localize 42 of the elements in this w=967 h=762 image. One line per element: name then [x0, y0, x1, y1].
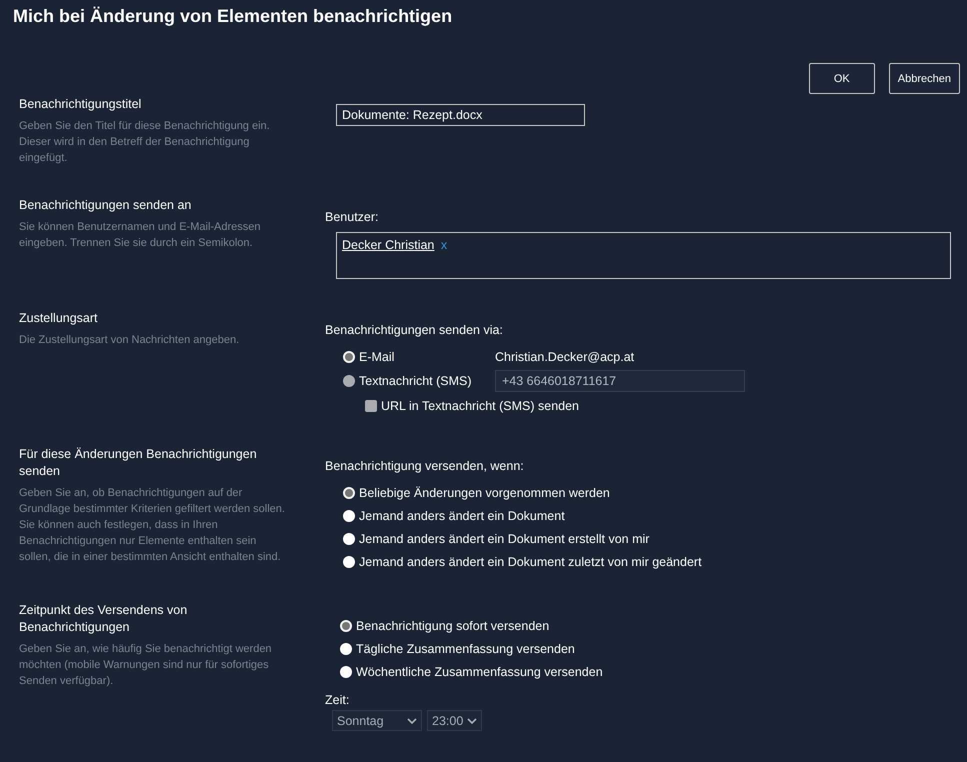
- radio-button[interactable]: [343, 486, 355, 498]
- radio-button[interactable]: [343, 350, 355, 362]
- radio-button[interactable]: [340, 642, 352, 654]
- section-description: Sie können Benutzernamen und E-Mail-Adressen eingeben. Trennen Sie sie durch ein Semikolon.: [19, 220, 262, 251]
- radio-button[interactable]: [340, 666, 352, 678]
- radio-button[interactable]: [340, 620, 352, 632]
- section-description: Geben Sie den Titel für diese Benachrichtigung ein. Dieser wird in den Betreff der Benachrichtigung eingefügt.: [19, 119, 271, 166]
- users-field[interactable]: Decker Christian x: [336, 232, 951, 279]
- section-heading: Benachrichtigungen senden an: [19, 197, 192, 214]
- option-label: Textnachricht (SMS): [359, 374, 472, 388]
- radio-button[interactable]: [343, 532, 355, 544]
- delivery-label: Benachrichtigungen senden via:: [325, 322, 504, 338]
- cancel-button[interactable]: Abbrechen: [888, 63, 960, 94]
- radio-button[interactable]: [343, 556, 355, 568]
- option-label: Jemand anders ändert ein Dokument erstellt von mir: [359, 532, 650, 546]
- section-description: Geben Sie an, wie häufig Sie benachrichtigt werden möchten (mobile Warnungen sind nur für sofortiges Senden verfügbar).: [19, 642, 273, 689]
- condition-label: Benachrichtigung versenden, wenn:: [325, 458, 525, 474]
- users-label: Benutzer:: [325, 209, 380, 225]
- time-label: Zeit:: [325, 692, 350, 708]
- section-heading: Benachrichtigungstitel: [19, 96, 142, 113]
- chevron-down-icon: [467, 718, 478, 724]
- option-label: Beliebige Änderungen vorgenommen werden: [359, 486, 610, 500]
- option-label: Jemand anders ändert ein Dokument: [359, 508, 565, 522]
- option-label: Benachrichtigung sofort versenden: [356, 618, 550, 632]
- user-link[interactable]: Decker Christian: [342, 238, 434, 252]
- ok-button[interactable]: OK: [808, 63, 875, 94]
- remove-user-button[interactable]: x: [440, 238, 448, 252]
- email-address: Christian.Decker@acp.at: [495, 350, 636, 364]
- section-description: Die Zustellungsart von Nachrichten angeben.: [19, 333, 240, 348]
- option-label: E-Mail: [359, 350, 394, 364]
- option-label: Tägliche Zusammenfassung versenden: [356, 642, 575, 656]
- section-heading: Zeitpunkt des Versendens von Benachrichtigungen: [19, 602, 188, 636]
- dialog-title: Mich bei Änderung von Elementen benachrichtigen: [12, 5, 454, 28]
- chevron-down-icon: [407, 718, 417, 724]
- title-input[interactable]: Dokumente: Rezept.docx: [336, 104, 585, 126]
- radio-button[interactable]: [343, 510, 355, 522]
- option-label: Wöchentliche Zusammenfassung versenden: [356, 664, 603, 678]
- checkbox-label: URL in Textnachricht (SMS) senden: [381, 398, 580, 412]
- section-heading: Zustellungsart: [19, 310, 99, 327]
- section-heading: Für diese Änderungen Benachrichtigungen senden: [19, 446, 258, 480]
- section-description: Geben Sie an, ob Benachrichtigungen auf der Grundlage bestimmter Kriterien gefiltert werden sollen. Sie können auch festlegen, dass in Ihren Benachrichtigungen nur Elemente enthalten sein sollen, die in einer bestimmten Ansicht enthalten sind.: [19, 486, 286, 565]
- option-label: Jemand anders ändert ein Dokument zuletzt von mir geändert: [359, 554, 702, 568]
